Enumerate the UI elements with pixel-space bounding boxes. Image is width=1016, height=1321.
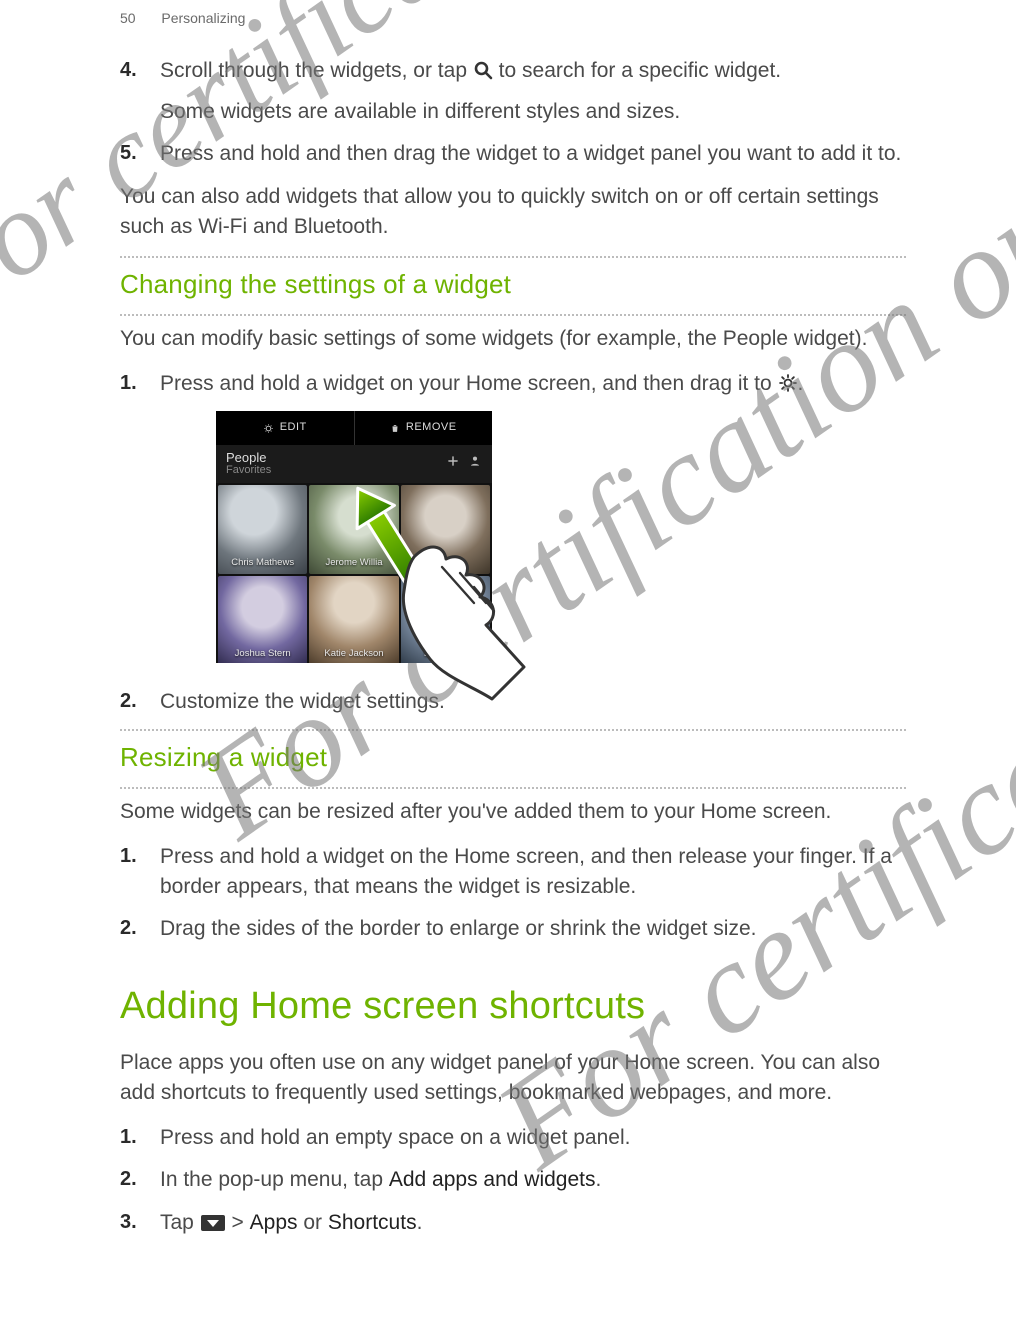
contact-name: Laura Lee <box>424 647 467 661</box>
body-text: Place apps you often use on any widget p… <box>120 1048 906 1109</box>
list-item: 2. In the pop-up menu, tap Add apps and … <box>120 1165 906 1195</box>
body-text: Some widgets are available in different … <box>160 97 906 127</box>
page-title: Adding Home screen shortcuts <box>120 979 906 1034</box>
settings-gear-icon <box>778 373 798 393</box>
list-item: 1. Press and hold a widget on the Home s… <box>120 842 906 903</box>
divider <box>120 314 906 316</box>
screenshot-image: EDIT REMOVE People Favorites <box>216 411 492 663</box>
body-text: to search for a specific widget. <box>493 59 781 82</box>
body-text: Press and hold a widget on your Home scr… <box>160 372 778 395</box>
body-text: or <box>298 1211 328 1234</box>
widget-subtitle: Favorites <box>226 465 271 477</box>
step-number: 2. <box>120 687 142 717</box>
body-text: Tap <box>160 1211 200 1234</box>
ui-label: Shortcuts <box>328 1211 417 1234</box>
step-number: 3. <box>120 1208 142 1238</box>
ui-label: Apps <box>250 1211 298 1234</box>
steps-list: 4. Scroll through the widgets, or tap to… <box>120 56 906 169</box>
section-name: Personalizing <box>161 10 245 26</box>
step-number: 2. <box>120 1165 142 1195</box>
step-number: 5. <box>120 139 142 169</box>
divider <box>120 256 906 258</box>
steps-list: 1. Press and hold a widget on your Home … <box>120 369 906 718</box>
user-icon <box>468 454 482 473</box>
contact-name: Jerome Willia <box>325 556 382 570</box>
body-text: . <box>595 1168 601 1191</box>
list-item: 2. Drag the sides of the border to enlar… <box>120 914 906 944</box>
section-heading: Resizing a widget <box>120 739 906 777</box>
step-number: 1. <box>120 1123 142 1153</box>
body-text: Press and hold a widget on the Home scre… <box>160 842 906 903</box>
list-item: 4. Scroll through the widgets, or tap to… <box>120 56 906 127</box>
list-item: 3. Tap > Apps or Shortcuts. <box>120 1208 906 1238</box>
ui-label: Add apps and widgets <box>389 1168 596 1191</box>
step-number: 1. <box>120 842 142 903</box>
search-icon <box>473 60 493 80</box>
contact-name: Joshua Stern <box>235 647 291 661</box>
screenshot-edit-label: EDIT <box>280 420 307 436</box>
list-item: 1. Press and hold a widget on your Home … <box>120 369 906 675</box>
body-text: Customize the widget settings. <box>160 687 906 717</box>
step-number: 2. <box>120 914 142 944</box>
screenshot-remove-region: REMOVE <box>354 411 493 445</box>
body-text: You can modify basic settings of some wi… <box>120 324 906 354</box>
body-text: Press and hold and then drag the widget … <box>160 139 906 169</box>
page-number: 50 <box>120 10 136 26</box>
running-header: 50 Personalizing <box>120 8 906 28</box>
screenshot-edit-region: EDIT <box>216 411 354 445</box>
screenshot-remove-label: REMOVE <box>406 420 457 436</box>
list-item: 5. Press and hold and then drag the widg… <box>120 139 906 169</box>
widget-title: People <box>226 451 271 465</box>
list-item: 1. Press and hold an empty space on a wi… <box>120 1123 906 1153</box>
body-text: You can also add widgets that allow you … <box>120 182 906 243</box>
body-text: . <box>798 372 804 395</box>
steps-list: 1. Press and hold an empty space on a wi… <box>120 1123 906 1238</box>
contact-name: Chris Mathews <box>231 556 294 570</box>
divider <box>120 787 906 789</box>
body-text: Scroll through the widgets, or tap <box>160 59 473 82</box>
body-text: Drag the sides of the border to enlarge … <box>160 914 906 944</box>
body-text: In the pop-up menu, tap <box>160 1168 389 1191</box>
plus-icon <box>446 454 460 473</box>
list-item: 2. Customize the widget settings. <box>120 687 906 717</box>
dropdown-triangle-icon <box>200 1214 226 1232</box>
contact-name: Katie Jackson <box>324 647 383 661</box>
section-heading: Changing the settings of a widget <box>120 266 906 304</box>
body-text: Press and hold an empty space on a widge… <box>160 1123 906 1153</box>
steps-list: 1. Press and hold a widget on the Home s… <box>120 842 906 945</box>
step-number: 1. <box>120 369 142 675</box>
body-text: . <box>417 1211 423 1234</box>
contact-name: m Wong <box>428 556 463 570</box>
divider <box>120 729 906 731</box>
step-number: 4. <box>120 56 142 127</box>
body-text: > <box>226 1211 250 1234</box>
body-text: Some widgets can be resized after you've… <box>120 797 906 827</box>
